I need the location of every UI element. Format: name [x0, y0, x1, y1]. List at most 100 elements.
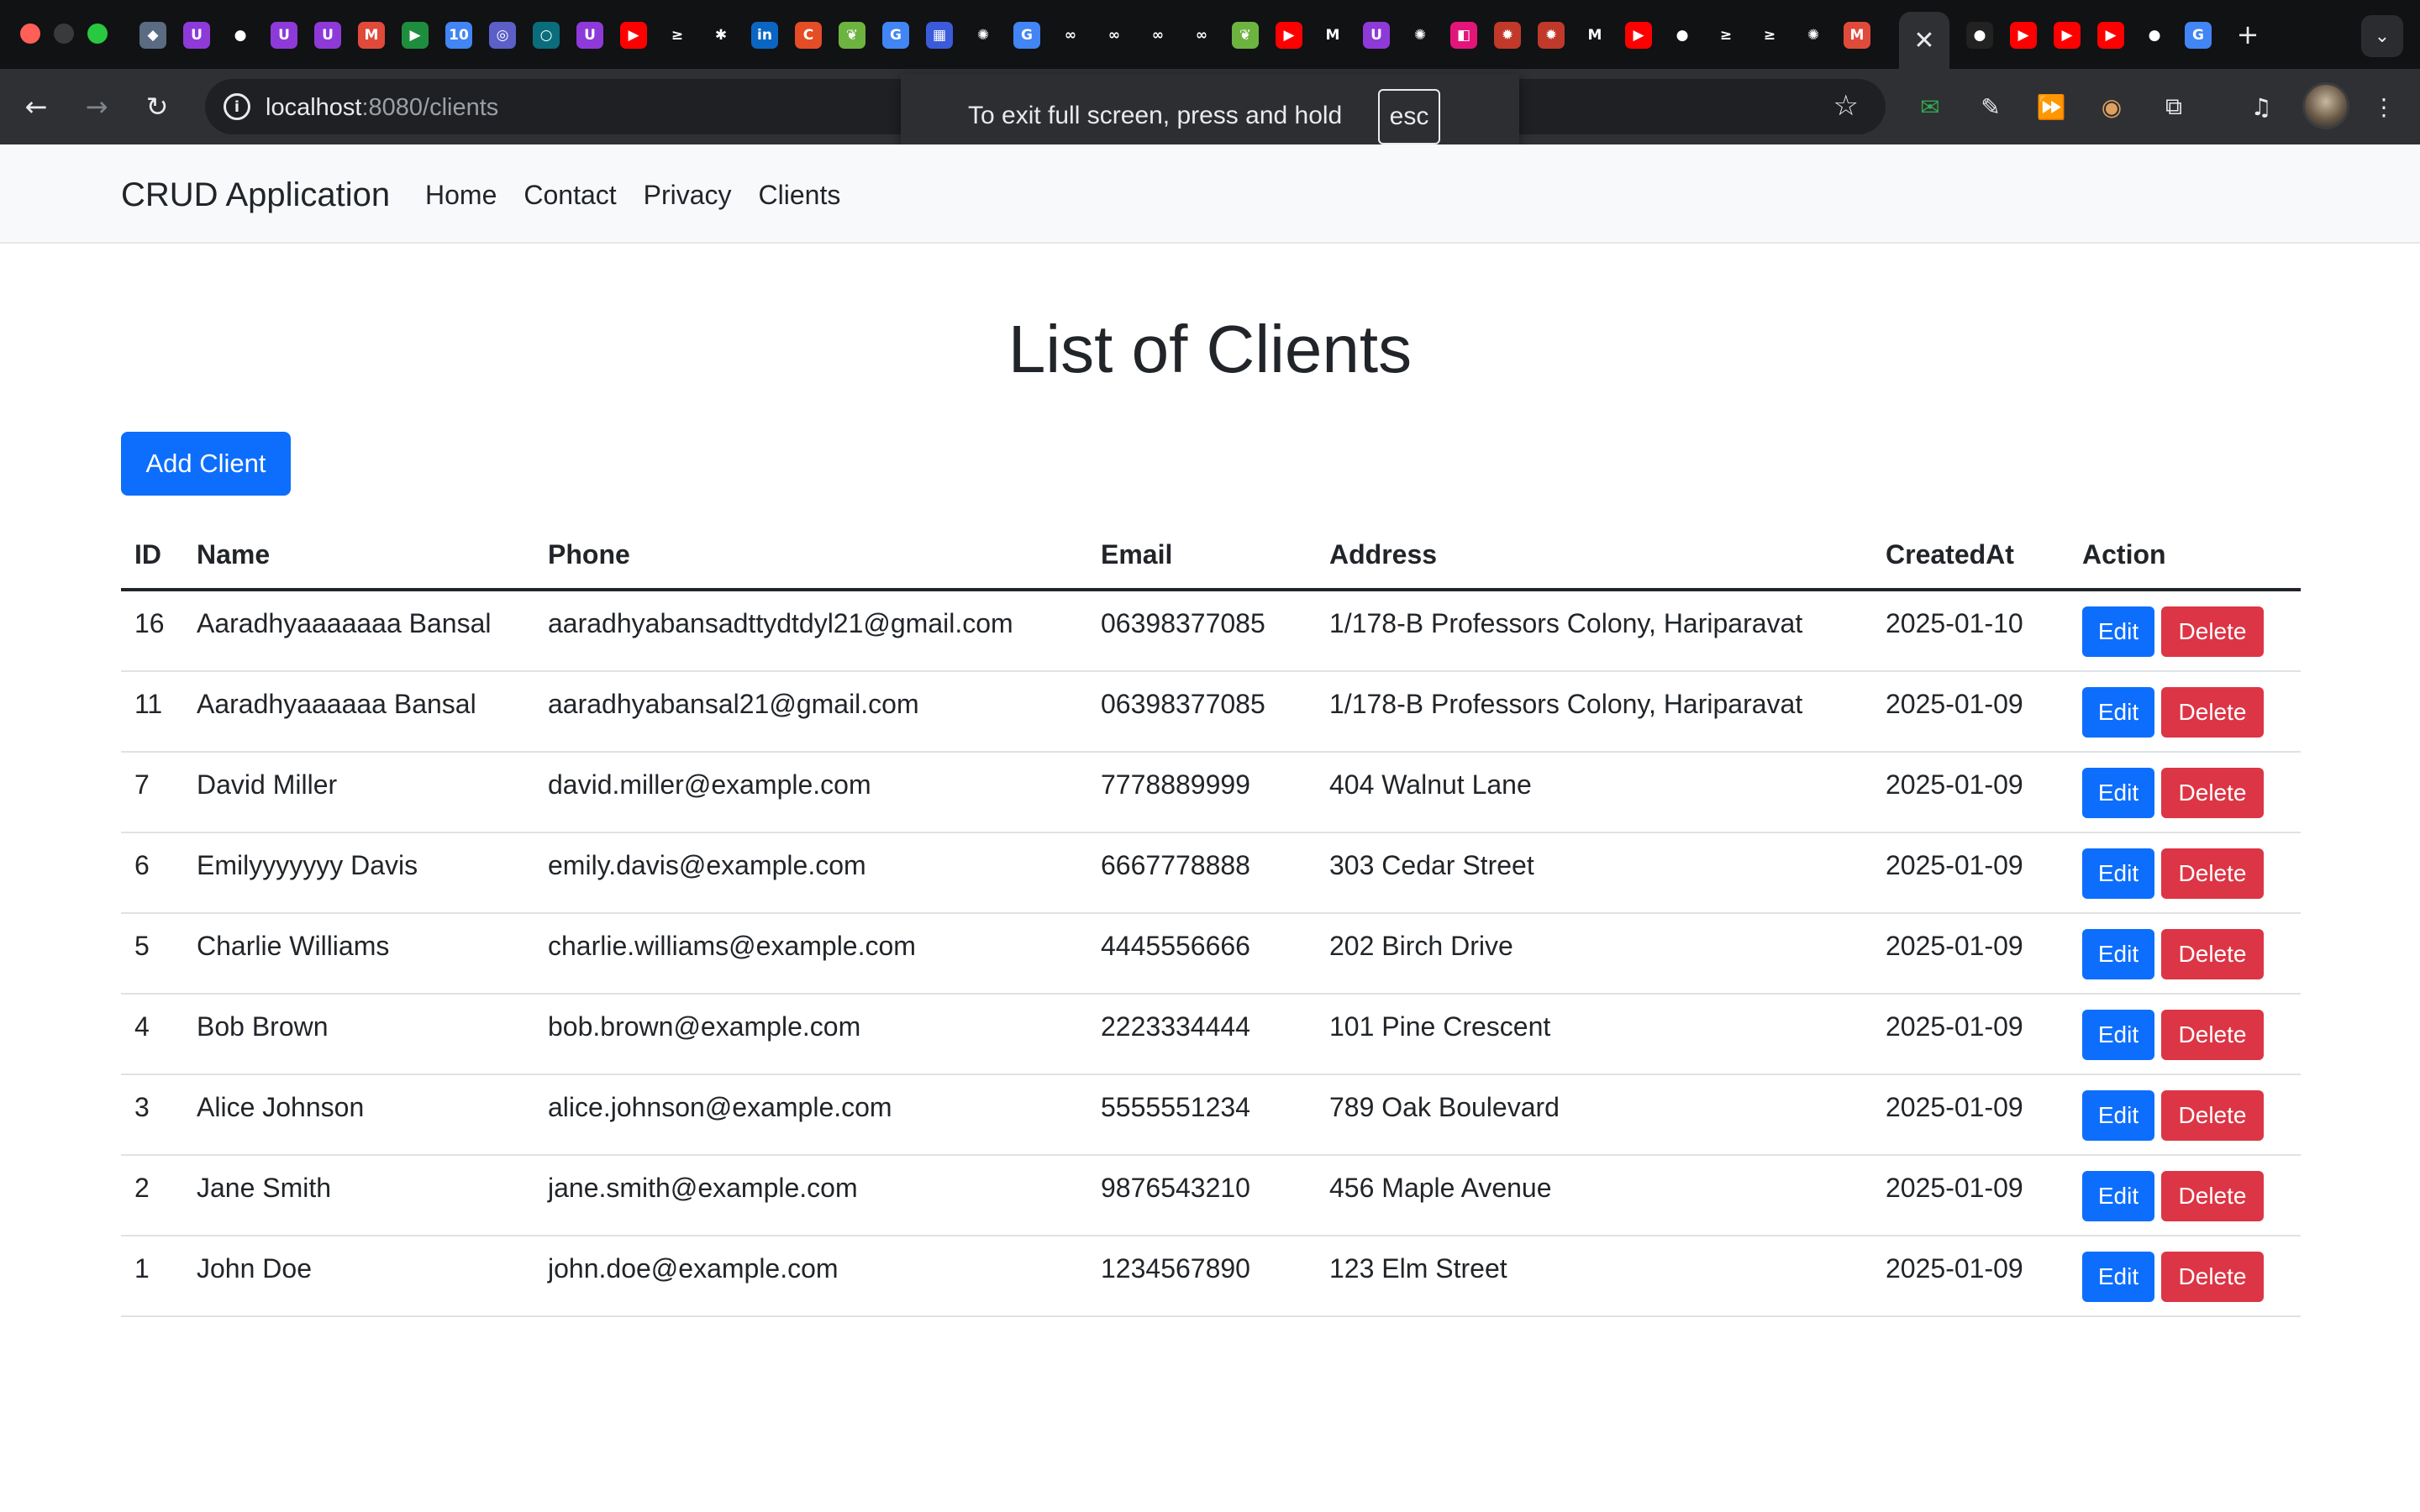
browser-tab[interactable]: ✹ [1486, 15, 1529, 55]
edit-button[interactable]: Edit [2082, 1010, 2154, 1060]
media-controls-icon[interactable]: ♫ [2244, 89, 2279, 124]
delete-button[interactable]: Delete [2161, 768, 2264, 818]
edit-button[interactable]: Edit [2082, 1090, 2154, 1141]
browser-tab[interactable]: M [1311, 15, 1355, 55]
nav-link-contact[interactable]: Contact [523, 180, 616, 211]
browser-tab[interactable]: ∞ [1049, 15, 1092, 55]
browser-tab[interactable]: ✺ [1398, 15, 1442, 55]
delete-button[interactable]: Delete [2161, 929, 2264, 979]
browser-tab[interactable]: U [306, 15, 350, 55]
browser-tab[interactable]: ◧ [1442, 15, 1486, 55]
url-host: localhost [266, 94, 362, 121]
active-tab-close-icon[interactable]: ✕ [1899, 12, 1949, 69]
browser-tab[interactable]: M [350, 15, 393, 55]
url-text[interactable]: localhost:8080/clients [266, 94, 498, 122]
fullscreen-window-button[interactable] [87, 24, 108, 44]
browser-tab[interactable]: M [1835, 15, 1879, 55]
browser-tab[interactable]: in [743, 15, 786, 55]
esc-key-hint: esc [1378, 89, 1440, 144]
browser-tab[interactable]: ▶ [2002, 15, 2045, 55]
browser-tab[interactable]: ∞ [1136, 15, 1180, 55]
delete-button[interactable]: Delete [2161, 687, 2264, 738]
reload-icon[interactable]: ↻ [138, 87, 176, 126]
browser-tab[interactable]: U [568, 15, 612, 55]
new-tab-button[interactable]: + [2228, 15, 2267, 54]
browser-tab[interactable]: ▶ [2045, 15, 2089, 55]
minimize-window-button[interactable] [54, 24, 74, 44]
browser-tab[interactable]: 10 [437, 15, 481, 55]
youtube-icon: ▶ [2054, 22, 2081, 49]
browser-tab[interactable]: ≥ [1748, 15, 1791, 55]
browser-tab[interactable]: U [262, 15, 306, 55]
browser-tab[interactable]: ▦ [918, 15, 961, 55]
cell-name: David Miller [197, 769, 338, 800]
browser-tab[interactable]: ∞ [1092, 15, 1136, 55]
extension-mail-icon[interactable]: ✉ [1912, 89, 1948, 124]
cell-created-at: 2025-01-09 [1886, 1011, 2023, 1042]
browser-tab[interactable]: ≥ [655, 15, 699, 55]
extension-fastforward-icon[interactable]: ⏩ [2033, 89, 2069, 124]
delete-button[interactable]: Delete [2161, 1090, 2264, 1141]
browser-tab[interactable]: M [1573, 15, 1617, 55]
udemy-icon: U [271, 22, 297, 49]
nav-link-privacy[interactable]: Privacy [644, 180, 732, 211]
browser-tab[interactable]: ✹ [1529, 15, 1573, 55]
cell-email: 9876543210 [1101, 1173, 1250, 1203]
extensions-puzzle-icon[interactable]: ⧉ [2156, 89, 2191, 124]
browser-tab[interactable]: ❦ [830, 15, 874, 55]
browser-tab[interactable]: ✱ [699, 15, 743, 55]
profile-avatar[interactable] [2302, 82, 2349, 129]
edit-button[interactable]: Edit [2082, 687, 2154, 738]
browser-tab[interactable]: ● [218, 15, 262, 55]
bookmark-star-icon[interactable]: ☆ [1833, 89, 1859, 123]
browser-tab[interactable]: ▶ [1267, 15, 1311, 55]
browser-tab[interactable]: G [874, 15, 918, 55]
browser-tab[interactable]: ▶ [1617, 15, 1660, 55]
browser-tab[interactable]: ✺ [1791, 15, 1835, 55]
browser-tab[interactable]: ○ [524, 15, 568, 55]
cell-email: 5555551234 [1101, 1092, 1250, 1122]
browser-tab[interactable]: ✺ [961, 15, 1005, 55]
edit-button[interactable]: Edit [2082, 1252, 2154, 1302]
extension-eyes-icon[interactable]: ◉ [2094, 89, 2129, 124]
edit-button[interactable]: Edit [2082, 848, 2154, 899]
browser-tab[interactable]: ● [1660, 15, 1704, 55]
browser-tab[interactable]: ❦ [1223, 15, 1267, 55]
nav-link-clients[interactable]: Clients [759, 180, 841, 211]
forward-arrow-icon[interactable]: → [77, 87, 116, 126]
geeksforgeeks-icon: ∞ [1144, 22, 1171, 49]
browser-tab[interactable]: ▶ [612, 15, 655, 55]
nav-link-home[interactable]: Home [425, 180, 497, 211]
navbar-brand[interactable]: CRUD Application [121, 176, 390, 214]
edit-button[interactable]: Edit [2082, 768, 2154, 818]
edit-button[interactable]: Edit [2082, 1171, 2154, 1221]
close-window-button[interactable] [20, 24, 40, 44]
extension-tool-icon[interactable]: ✎ [1973, 89, 2008, 124]
browser-tab[interactable]: ▶ [393, 15, 437, 55]
browser-tab[interactable]: ● [1958, 15, 2002, 55]
edit-button[interactable]: Edit [2082, 929, 2154, 979]
browser-tab[interactable]: U [1355, 15, 1398, 55]
delete-button[interactable]: Delete [2161, 1171, 2264, 1221]
browser-tab[interactable]: ∞ [1180, 15, 1223, 55]
delete-button[interactable]: Delete [2161, 1010, 2264, 1060]
delete-button[interactable]: Delete [2161, 606, 2264, 657]
delete-button[interactable]: Delete [2161, 1252, 2264, 1302]
delete-button[interactable]: Delete [2161, 848, 2264, 899]
edit-button[interactable]: Edit [2082, 606, 2154, 657]
browser-tab[interactable]: ▶ [2089, 15, 2133, 55]
browser-tab[interactable]: ● [2133, 15, 2176, 55]
browser-menu-icon[interactable]: ⋮ [2366, 89, 2402, 124]
back-arrow-icon[interactable]: ← [17, 87, 55, 126]
site-info-icon[interactable]: i [224, 93, 250, 120]
browser-tab[interactable]: G [1005, 15, 1049, 55]
browser-tab[interactable]: ◎ [481, 15, 524, 55]
browser-tab[interactable]: U [175, 15, 218, 55]
browser-tab[interactable]: ◆ [131, 15, 175, 55]
tab-search-chevron-icon[interactable]: ⌄ [2361, 15, 2403, 57]
add-client-button[interactable]: Add Client [121, 432, 291, 496]
youtube-icon: ▶ [620, 22, 647, 49]
browser-tab[interactable]: G [2176, 15, 2220, 55]
browser-tab[interactable]: ≥ [1704, 15, 1748, 55]
browser-tab[interactable]: C [786, 15, 830, 55]
